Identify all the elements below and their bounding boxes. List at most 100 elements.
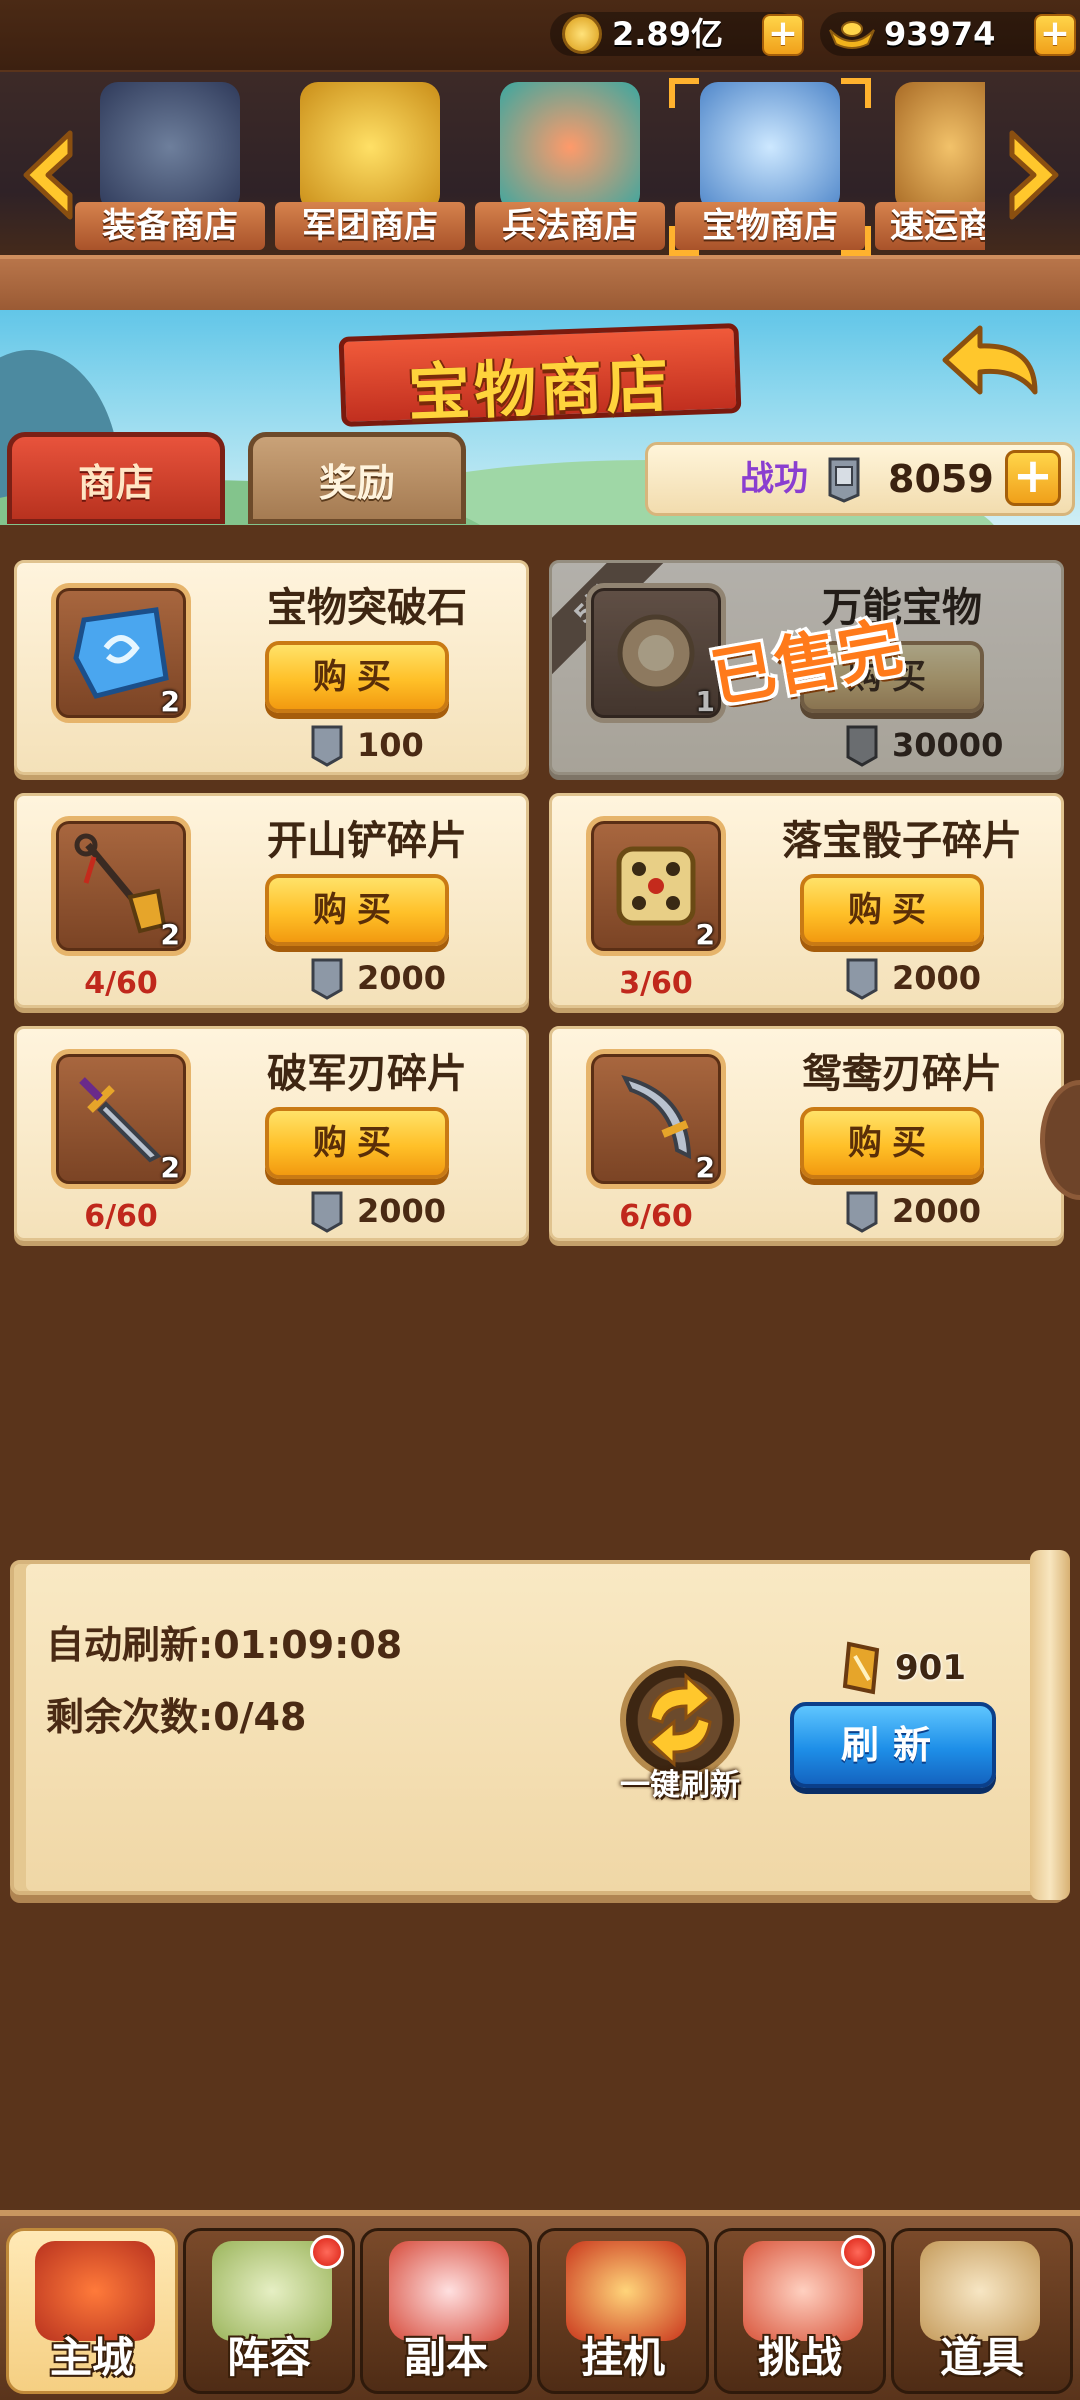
fragment-progress: 6/60: [619, 1199, 693, 1234]
buy-button[interactable]: 购买: [800, 1107, 984, 1179]
back-arrow-icon: [942, 325, 1038, 395]
buy-button[interactable]: 购买: [265, 874, 449, 946]
buy-button[interactable]: 购买: [265, 1107, 449, 1179]
item-count: 2: [695, 918, 715, 951]
selection-corner: [669, 226, 699, 256]
carousel-left-arrow-icon[interactable]: [12, 125, 82, 225]
merit-label: 战功: [740, 459, 808, 499]
nav-idle[interactable]: 挂机: [537, 2228, 709, 2394]
carousel-right-arrow-icon[interactable]: [1000, 125, 1070, 225]
curved-blade-icon: [621, 1074, 692, 1160]
cargo-crate-icon: [895, 82, 985, 212]
selection-corner: [841, 226, 871, 256]
ingot-icon: [828, 18, 876, 50]
item-price-value: 2000: [357, 1192, 447, 1230]
item-price-value: 2000: [892, 1192, 982, 1230]
refresh-token-icon: [835, 1640, 887, 1696]
gold-coin-icon: [562, 14, 602, 54]
item-name: 破军刃碎片: [267, 1051, 467, 1097]
nav-label: 挂机: [580, 2333, 665, 2382]
shop-tab-strategy[interactable]: 兵法商店: [475, 82, 665, 252]
merit-value: 8059: [888, 457, 994, 501]
item-slot[interactable]: 2: [51, 816, 191, 956]
merit-token-icon: [846, 1191, 878, 1233]
ingot-amount: 93974: [884, 15, 996, 53]
item-name: 开山铲碎片: [267, 818, 467, 864]
shop-tab-label: 宝物商店: [675, 202, 865, 250]
item-price-value: 2000: [892, 959, 982, 997]
scroll-roll-decor: [1030, 1550, 1070, 1900]
auto-refresh-row: 自动刷新:01:09:08: [46, 1620, 402, 1670]
nav-lineup[interactable]: 阵容: [183, 2228, 355, 2394]
shop-item-card: 2 6/60 破军刃碎片 购买 2000: [14, 1026, 529, 1241]
carousel-shelf: [0, 255, 1080, 315]
item-count: 2: [160, 1151, 180, 1184]
shovel-icon: [74, 833, 167, 934]
fragment-progress: 4/60: [84, 966, 158, 1001]
add-gold-button[interactable]: +: [762, 14, 804, 56]
refresh-button[interactable]: 刷新: [790, 1702, 996, 1788]
remaining-value: 0/48: [213, 1695, 307, 1739]
item-slot[interactable]: 1: [586, 583, 726, 723]
item-slot[interactable]: 2: [51, 583, 191, 723]
buy-button[interactable]: 购买: [800, 874, 984, 946]
gold-ingot-icon: [300, 82, 440, 212]
auto-refresh-timer: 01:09:08: [213, 1623, 403, 1667]
auto-refresh-label: 自动刷新:: [46, 1623, 214, 1667]
remaining-count-row: 剩余次数:0/48: [46, 1692, 306, 1742]
notification-dot: [841, 2235, 875, 2269]
add-merit-button[interactable]: +: [1005, 450, 1061, 506]
add-ingot-button[interactable]: +: [1034, 14, 1076, 56]
nav-main-city[interactable]: 主城: [6, 2228, 178, 2394]
nav-label: 副本: [403, 2333, 488, 2382]
item-count: 2: [160, 685, 180, 718]
nav-label: 挑战: [757, 2333, 842, 2382]
nav-challenge[interactable]: 挑战: [714, 2228, 886, 2394]
armor-helmet-icon: [100, 82, 240, 212]
item-price-value: 100: [357, 726, 424, 764]
nav-items[interactable]: 道具: [891, 2228, 1073, 2394]
sword-icon: [79, 1077, 162, 1163]
shop-tab-label: 军团商店: [275, 202, 465, 250]
selection-corner: [669, 78, 699, 108]
one-click-refresh-label: 一键刷新: [620, 1768, 740, 1803]
gold-amount: 2.89亿: [612, 15, 723, 53]
back-button[interactable]: [935, 320, 1045, 410]
shop-tab-label: 兵法商店: [475, 202, 665, 250]
merit-token-icon: [846, 725, 878, 767]
refresh-token-count: 901: [895, 1648, 966, 1688]
shop-tab-cargo[interactable]: 速运商: [875, 82, 985, 252]
shop-item-card: 2 4/60 开山铲碎片 购买 2000: [14, 793, 529, 1008]
item-slot[interactable]: 2: [586, 1049, 726, 1189]
strategy-book-icon: [500, 82, 640, 212]
remaining-label: 剩余次数:: [46, 1695, 214, 1739]
buy-button[interactable]: 购买: [265, 641, 449, 713]
selection-corner: [841, 78, 871, 108]
item-price-value: 2000: [357, 959, 447, 997]
shop-item-card: 2 宝物突破石 购买 100: [14, 560, 529, 775]
dice-icon: [616, 846, 696, 926]
nav-dungeon[interactable]: 副本: [360, 2228, 532, 2394]
item-name: 落宝骰子碎片: [782, 818, 1022, 864]
item-count: 1: [695, 685, 715, 718]
shop-tab-treasure[interactable]: 宝物商店: [669, 78, 871, 256]
shop-tab-legion[interactable]: 军团商店: [275, 82, 465, 252]
page-title: 宝物商店: [338, 320, 742, 430]
shop-tab-label: 装备商店: [75, 202, 265, 250]
page-title-text: 宝物商店: [406, 347, 674, 430]
shop-item-card: 2 6/60 鸳鸯刃碎片 购买 2000: [549, 1026, 1064, 1241]
treasure-stone-icon: [700, 82, 840, 212]
notification-dot: [310, 2235, 344, 2269]
tab-reward[interactable]: 奖励: [248, 432, 466, 524]
merit-token-icon: [311, 1191, 343, 1233]
item-price-value: 30000: [892, 726, 1004, 764]
shop-item-card: 2 3/60 落宝骰子碎片 购买 2000: [549, 793, 1064, 1008]
fragment-progress: 6/60: [84, 1199, 158, 1234]
shop-tab-equipment[interactable]: 装备商店: [75, 82, 265, 252]
item-slot[interactable]: 2: [51, 1049, 191, 1189]
tab-shop[interactable]: 商店: [7, 432, 225, 524]
item-slot[interactable]: 2: [586, 816, 726, 956]
nav-label: 主城: [49, 2333, 134, 2382]
merit-token-icon: [846, 958, 878, 1000]
one-click-refresh-button[interactable]: 一键刷新: [610, 1660, 750, 1803]
